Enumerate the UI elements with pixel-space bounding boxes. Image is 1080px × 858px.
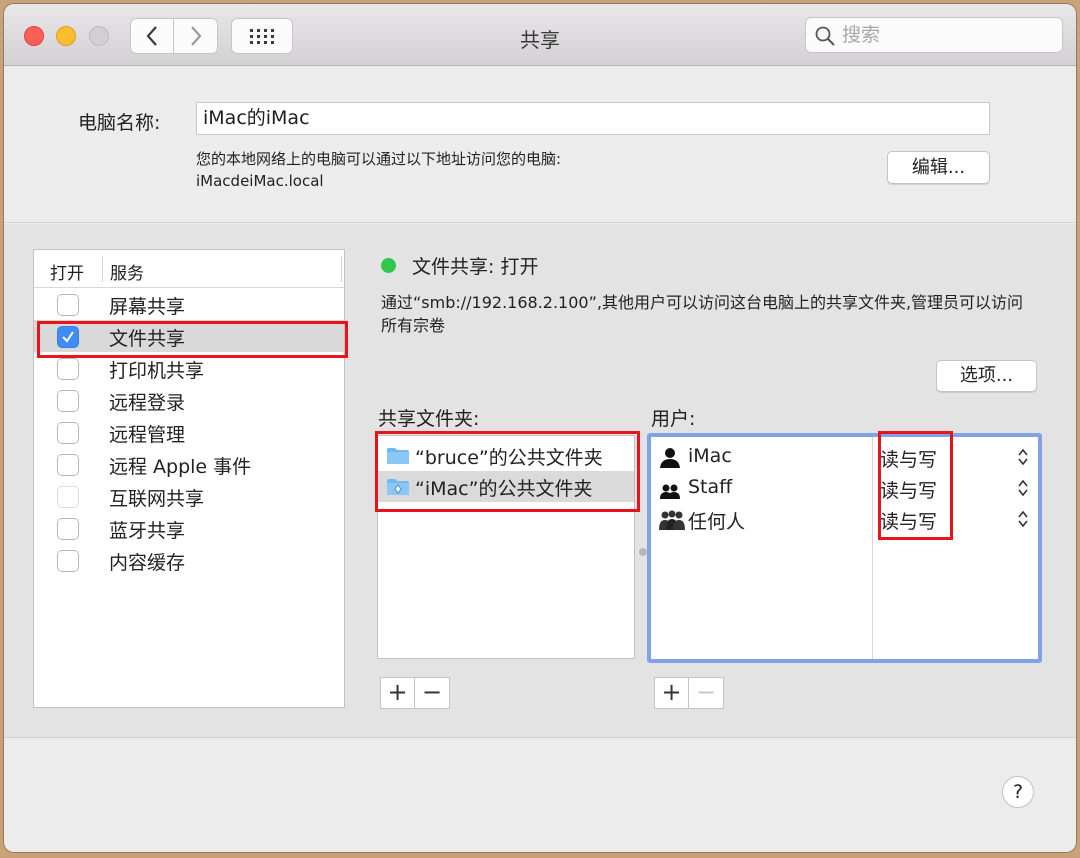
- service-checkbox: [57, 486, 79, 508]
- service-row[interactable]: 屏幕共享: [34, 288, 344, 320]
- address-note: 您的本地网络上的电脑可以通过以下地址访问您的电脑:: [196, 150, 562, 168]
- users-label: 用户:: [651, 408, 696, 430]
- remove-folder-button[interactable]: −: [415, 677, 450, 709]
- service-label: 互联网共享: [109, 488, 205, 510]
- service-row[interactable]: 内容缓存: [34, 544, 344, 576]
- user-name: Staff: [688, 476, 733, 498]
- computer-name-section: [4, 66, 1076, 223]
- user-name: 任何人: [688, 511, 746, 533]
- service-label: 屏幕共享: [109, 296, 186, 318]
- column-header-on[interactable]: 打开: [50, 259, 84, 284]
- help-button[interactable]: ?: [1002, 776, 1034, 808]
- search-icon: [815, 26, 835, 46]
- service-checkbox[interactable]: [57, 518, 79, 540]
- title-bar: 共享: [4, 4, 1076, 66]
- service-row[interactable]: 互联网共享: [34, 480, 344, 512]
- service-status: 文件共享: 打开: [412, 256, 539, 278]
- service-checkbox[interactable]: [57, 454, 79, 476]
- list-item-user[interactable]: Staff 读与写: [651, 473, 1038, 504]
- remove-user-button[interactable]: −: [689, 677, 724, 709]
- split-view-handle[interactable]: [639, 548, 647, 556]
- service-label: 远程登录: [109, 392, 186, 414]
- service-label: 打印机共享: [109, 360, 205, 382]
- add-folder-button[interactable]: +: [380, 677, 415, 709]
- services-list-header: 打开 服务: [34, 250, 344, 288]
- service-label: 远程管理: [109, 424, 186, 446]
- group-icon: [660, 484, 680, 499]
- search-field[interactable]: [805, 17, 1063, 53]
- folder-add-remove-controls: + −: [380, 677, 450, 709]
- service-row[interactable]: 远程 Apple 事件: [34, 448, 344, 480]
- list-item-user[interactable]: iMac 读与写: [651, 442, 1038, 473]
- options-button[interactable]: 选项...: [936, 360, 1037, 392]
- user-add-remove-controls: + −: [654, 677, 724, 709]
- add-user-button[interactable]: +: [654, 677, 689, 709]
- stepper-arrows-icon[interactable]: [1017, 447, 1029, 467]
- computer-name-label: 电脑名称:: [78, 112, 161, 134]
- column-divider: [102, 256, 103, 282]
- user-name: iMac: [688, 445, 732, 467]
- highlight-file-sharing: [37, 321, 348, 358]
- service-checkbox[interactable]: [57, 390, 79, 412]
- service-row[interactable]: 远程登录: [34, 384, 344, 416]
- service-checkbox[interactable]: [57, 358, 79, 380]
- column-header-service[interactable]: 服务: [110, 259, 144, 284]
- search-input[interactable]: [842, 22, 1052, 48]
- list-item-user[interactable]: 任何人 读与写: [651, 504, 1038, 535]
- service-checkbox[interactable]: [57, 294, 79, 316]
- highlight-shared-folders: [375, 431, 640, 512]
- shared-folders-label: 共享文件夹:: [378, 408, 480, 430]
- single-user-icon: [660, 448, 680, 468]
- service-checkbox[interactable]: [57, 422, 79, 444]
- highlight-permissions: [878, 431, 953, 540]
- service-label: 内容缓存: [109, 552, 186, 574]
- service-checkbox[interactable]: [57, 550, 79, 572]
- column-divider: [341, 256, 342, 282]
- service-row[interactable]: 蓝牙共享: [34, 512, 344, 544]
- stepper-arrows-icon[interactable]: [1017, 509, 1029, 529]
- service-row[interactable]: 远程管理: [34, 416, 344, 448]
- computer-name-field[interactable]: iMac的iMac: [196, 102, 990, 135]
- status-indicator-icon: [381, 258, 396, 273]
- service-label: 蓝牙共享: [109, 520, 186, 542]
- everyone-icon: [659, 510, 685, 530]
- service-description: 通过“smb://192.168.2.100”,其他用户可以访问这台电脑上的共享…: [381, 293, 1024, 335]
- edit-button[interactable]: 编辑...: [887, 151, 990, 184]
- local-address: iMacdeiMac.local: [196, 172, 324, 190]
- users-list: iMac 读与写 Staff 读与写 任何人 读与写: [647, 433, 1042, 663]
- service-label: 远程 Apple 事件: [109, 456, 252, 478]
- stepper-arrows-icon[interactable]: [1017, 478, 1029, 498]
- services-list: 打开 服务 屏幕共享 文件共享 打印机共享 远程登录 远程管理 远程 Apple 事件 互联…: [33, 249, 345, 708]
